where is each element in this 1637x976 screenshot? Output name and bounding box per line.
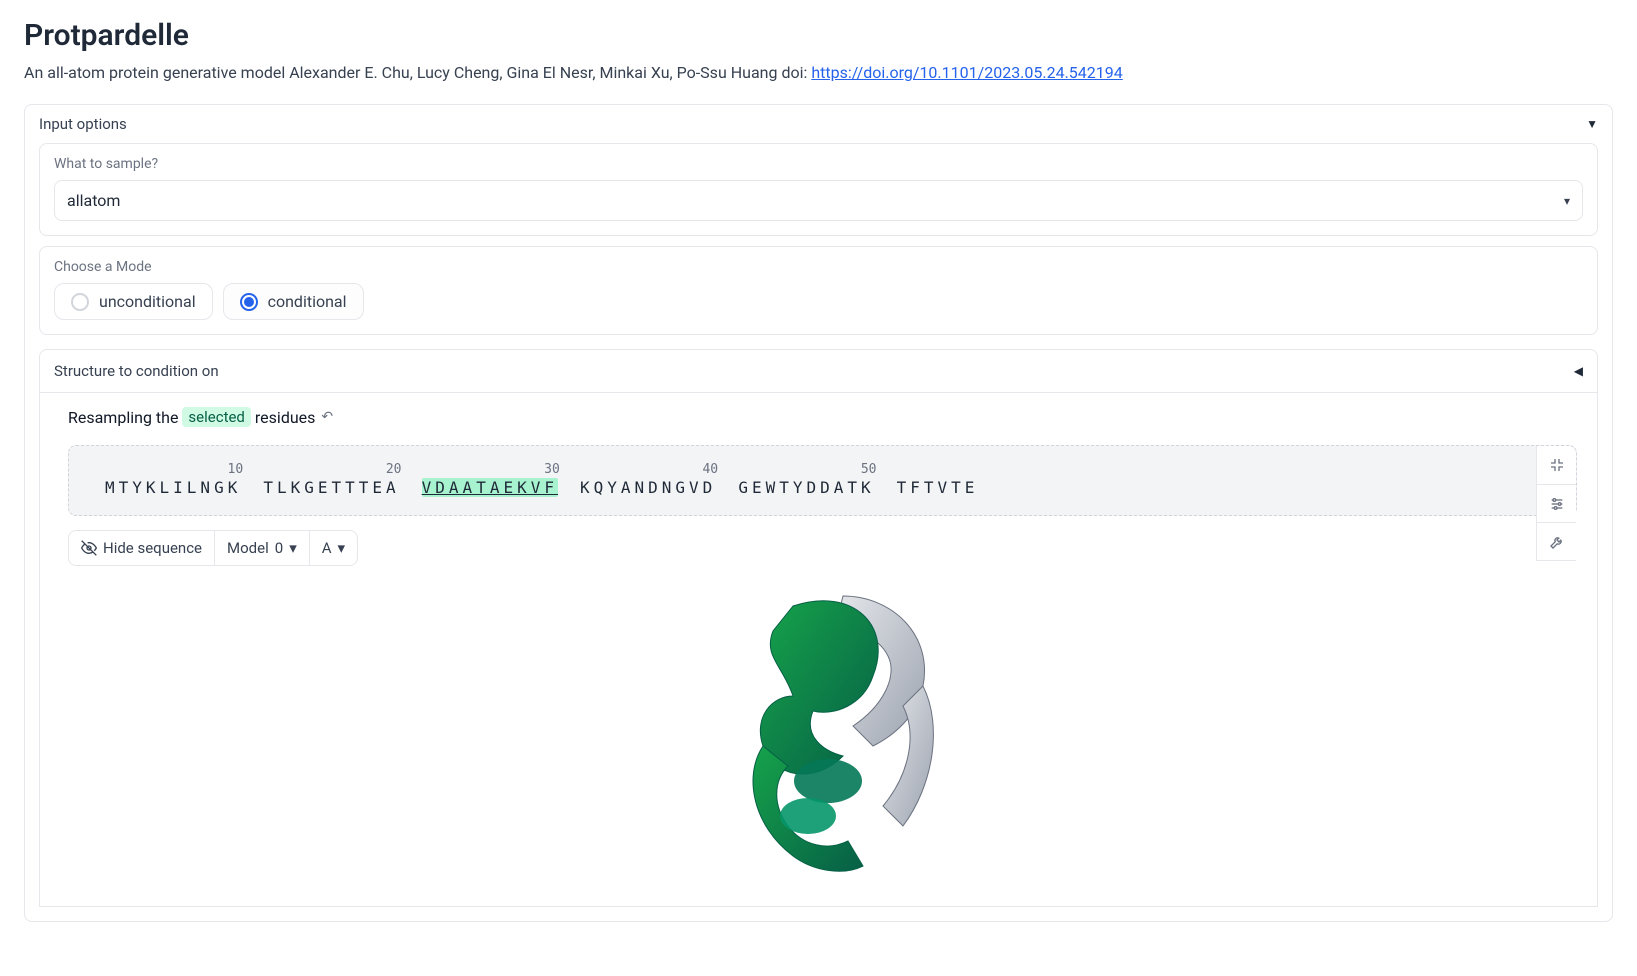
model-value: 0	[275, 539, 283, 557]
ruler-tick: 10	[228, 462, 244, 477]
mode-conditional[interactable]: conditional	[223, 283, 364, 320]
viewer-bottom-controls: Hide sequence Model 0 ▾ A ▾	[68, 530, 358, 566]
sequence-viewer[interactable]: 10 20 30 40 50 MTYKLILNGK TLKGETTTEA VDAATAEKV…	[68, 445, 1577, 516]
sample-select-value: allatom	[67, 191, 120, 210]
ruler-tick: 50	[861, 462, 877, 477]
page-title: Protpardelle	[24, 18, 1613, 53]
dropdown-caret-icon: ▾	[1564, 194, 1570, 208]
resample-line: Resampling the selected residues ↶	[68, 407, 1577, 427]
undo-icon[interactable]: ↶	[321, 409, 333, 425]
sequence-group[interactable]: KQYANDNGVD	[580, 478, 716, 497]
hide-sequence-button[interactable]: Hide sequence	[69, 531, 215, 565]
structure-panel: Structure to condition on ◀ Resampling t…	[39, 349, 1598, 907]
resample-suffix: residues	[255, 408, 316, 427]
input-options-title: Input options	[39, 115, 127, 133]
sequence-group[interactable]: TFTVTE	[897, 478, 979, 497]
what-to-sample-group: What to sample? allatom ▾	[39, 143, 1598, 236]
doi-link[interactable]: https://doi.org/10.1101/2023.05.24.54219…	[811, 63, 1122, 82]
sequence-ruler: 10 20 30 40 50	[105, 462, 1560, 476]
mode-unconditional[interactable]: unconditional	[54, 283, 213, 320]
selected-tag: selected	[182, 407, 250, 427]
eye-off-icon	[81, 540, 97, 556]
ruler-tick: 30	[544, 462, 560, 477]
choose-mode-label: Choose a Mode	[54, 259, 1583, 275]
wrench-icon[interactable]	[1537, 522, 1576, 560]
sequence-group[interactable]: MTYKLILNGK	[105, 478, 241, 497]
sequence-groups[interactable]: MTYKLILNGK TLKGETTTEA VDAATAEKVF KQYANDNGVD…	[105, 478, 1560, 497]
resample-prefix: Resampling the	[68, 408, 178, 427]
model-label: Model	[227, 539, 269, 557]
chevron-down-icon: ▾	[338, 539, 346, 557]
chain-value: A	[322, 539, 332, 557]
input-options-panel: Input options ▼ What to sample? allatom …	[24, 104, 1613, 922]
collapse-left-icon[interactable]: ◀	[1574, 364, 1583, 378]
sequence-group-selected[interactable]: VDAATAEKVF	[422, 478, 558, 497]
sequence-group[interactable]: GEWTYDDATK	[738, 478, 874, 497]
hide-sequence-label: Hide sequence	[103, 539, 202, 557]
chevron-down-icon: ▾	[289, 539, 297, 557]
what-to-sample-label: What to sample?	[54, 156, 1583, 172]
ruler-tick: 20	[386, 462, 402, 477]
sequence-track: 10 20 30 40 50 MTYKLILNGK TLKGETTTEA VDAATAEKV…	[85, 462, 1560, 497]
chain-select[interactable]: A ▾	[310, 531, 357, 565]
collapse-down-icon[interactable]: ▼	[1586, 117, 1598, 131]
ruler-tick: 40	[702, 462, 718, 477]
structure-header-title: Structure to condition on	[54, 362, 219, 380]
mode-unconditional-label: unconditional	[99, 292, 196, 311]
page-description: An all-atom protein generative model Ale…	[24, 63, 1613, 82]
sample-select[interactable]: allatom ▾	[54, 180, 1583, 221]
protein-3d-viewer[interactable]	[68, 566, 1577, 886]
choose-mode-group: Choose a Mode unconditional conditional	[39, 246, 1598, 335]
lead-text: An all-atom protein generative model Ale…	[24, 63, 811, 82]
protein-ribbon-icon	[633, 566, 1013, 886]
radio-icon	[71, 293, 89, 311]
model-select[interactable]: Model 0 ▾	[215, 531, 310, 565]
sequence-group[interactable]: TLKGETTTEA	[263, 478, 399, 497]
structure-header[interactable]: Structure to condition on ◀	[40, 350, 1597, 393]
mode-conditional-label: conditional	[268, 292, 347, 311]
radio-checked-icon	[240, 293, 258, 311]
